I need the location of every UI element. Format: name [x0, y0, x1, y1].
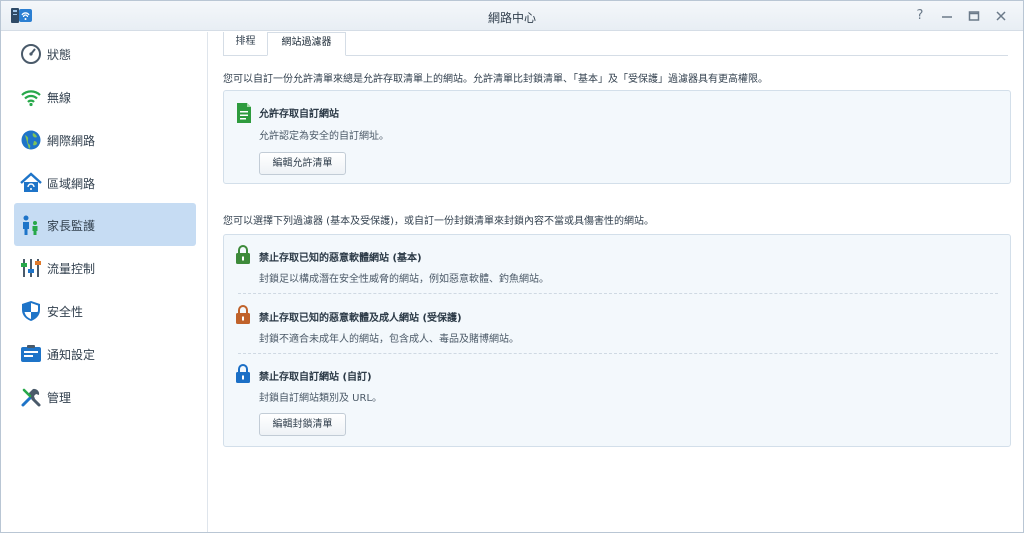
sidebar-item-label: 安全性 [47, 305, 84, 319]
sliders-icon [21, 259, 41, 277]
sidebar-item-label: 家長監護 [47, 219, 96, 233]
filter-title: 禁止存取已知的惡意軟體及成人網站 (受保護) [259, 313, 462, 324]
edit-block-list-button[interactable]: 編輯封鎖清單 [259, 413, 346, 436]
wifi-icon [21, 90, 41, 107]
divider [238, 293, 998, 294]
sidebar-item-label: 網際網路 [47, 134, 96, 148]
title-bar: 網路中心 ? [1, 1, 1023, 31]
lock-green-icon [236, 245, 250, 264]
lock-blue-icon [236, 364, 250, 383]
sidebar: 狀態 無線 網際網路 區域網路 家長監護 流量控制 安全性 通知設定 管理 [1, 32, 208, 532]
tools-icon [21, 388, 41, 407]
filter-description: 封鎖足以構成潛在安全性威脅的網站，例如惡意軟體、釣魚網站。 [259, 274, 549, 285]
family-icon [23, 215, 38, 235]
document-icon [237, 103, 251, 123]
globe-icon [21, 130, 41, 150]
allow-list-intro: 您可以自訂一份允許清單來總是允許存取清單上的網站。允許清單比封鎖清單、「基本」及… [223, 74, 768, 85]
sidebar-item-administration[interactable]: 管理 [14, 375, 196, 418]
tab-label: 排程 [235, 36, 256, 47]
minimize-button[interactable] [938, 7, 956, 25]
lock-orange-icon [236, 305, 250, 324]
sidebar-item-wireless[interactable]: 無線 [14, 75, 196, 118]
sidebar-item-local-network[interactable]: 區域網路 [14, 161, 196, 204]
allow-list-panel: 允許存取自訂網站 允許認定為安全的自訂網址。 編輯允許清單 [223, 90, 1011, 184]
filter-title: 禁止存取自訂網站 (自訂) [259, 372, 372, 383]
sidebar-item-label: 管理 [47, 391, 72, 405]
maximize-button[interactable] [965, 7, 983, 25]
tab-bar: 排程 網站過濾器 [223, 32, 1008, 56]
tab-website-filter[interactable]: 網站過濾器 [267, 32, 346, 56]
sidebar-item-traffic-control[interactable]: 流量控制 [14, 246, 196, 289]
maximize-icon [968, 11, 980, 21]
home-network-icon [20, 172, 42, 192]
sidebar-item-security[interactable]: 安全性 [14, 289, 196, 332]
filter-description: 封鎖自訂網站類別及 URL。 [259, 393, 383, 404]
help-button[interactable]: ? [911, 7, 929, 25]
shield-icon [22, 301, 40, 321]
tab-schedule[interactable]: 排程 [223, 32, 267, 56]
notification-icon [21, 345, 41, 362]
sidebar-item-label: 無線 [47, 91, 72, 105]
sidebar-item-parental-control[interactable]: 家長監護 [14, 203, 196, 246]
window-title: 網路中心 [487, 11, 536, 25]
sidebar-item-notifications[interactable]: 通知設定 [14, 332, 196, 375]
sidebar-item-status[interactable]: 狀態 [14, 32, 196, 75]
allow-list-description: 允許認定為安全的自訂網址。 [259, 131, 389, 142]
tab-label: 網站過濾器 [281, 37, 332, 48]
allow-list-title: 允許存取自訂網站 [259, 109, 339, 120]
block-filters-panel: 禁止存取已知的惡意軟體網站 (基本) 封鎖足以構成潛在安全性威脅的網站，例如惡意… [223, 234, 1011, 447]
sidebar-item-internet[interactable]: 網際網路 [14, 118, 196, 161]
sidebar-item-label: 區域網路 [47, 177, 96, 191]
close-button[interactable] [992, 7, 1010, 25]
close-icon [996, 11, 1006, 21]
block-list-intro: 您可以選擇下列過濾器 (基本及受保護)，或自訂一份封鎖清單來封鎖內容不當或具傷害… [223, 216, 654, 227]
sidebar-item-label: 通知設定 [47, 348, 96, 362]
divider [238, 353, 998, 354]
main-content: 排程 網站過濾器 您可以自訂一份允許清單來總是允許存取清單上的網站。允許清單比封… [209, 32, 1023, 532]
sidebar-item-label: 狀態 [47, 48, 72, 62]
edit-allow-list-button[interactable]: 編輯允許清單 [259, 152, 346, 175]
dashboard-icon [21, 44, 41, 64]
network-center-window: 網路中心 ? 狀態 無線 網際網路 區域網路 家長監護 流量控制 安全性 通知設… [0, 0, 1024, 533]
sidebar-item-label: 流量控制 [47, 262, 96, 276]
filter-description: 封鎖不適合未成年人的網站，包含成人、毒品及賭博網站。 [259, 334, 519, 345]
filter-title: 禁止存取已知的惡意軟體網站 (基本) [259, 253, 422, 264]
minimize-icon [942, 16, 952, 18]
